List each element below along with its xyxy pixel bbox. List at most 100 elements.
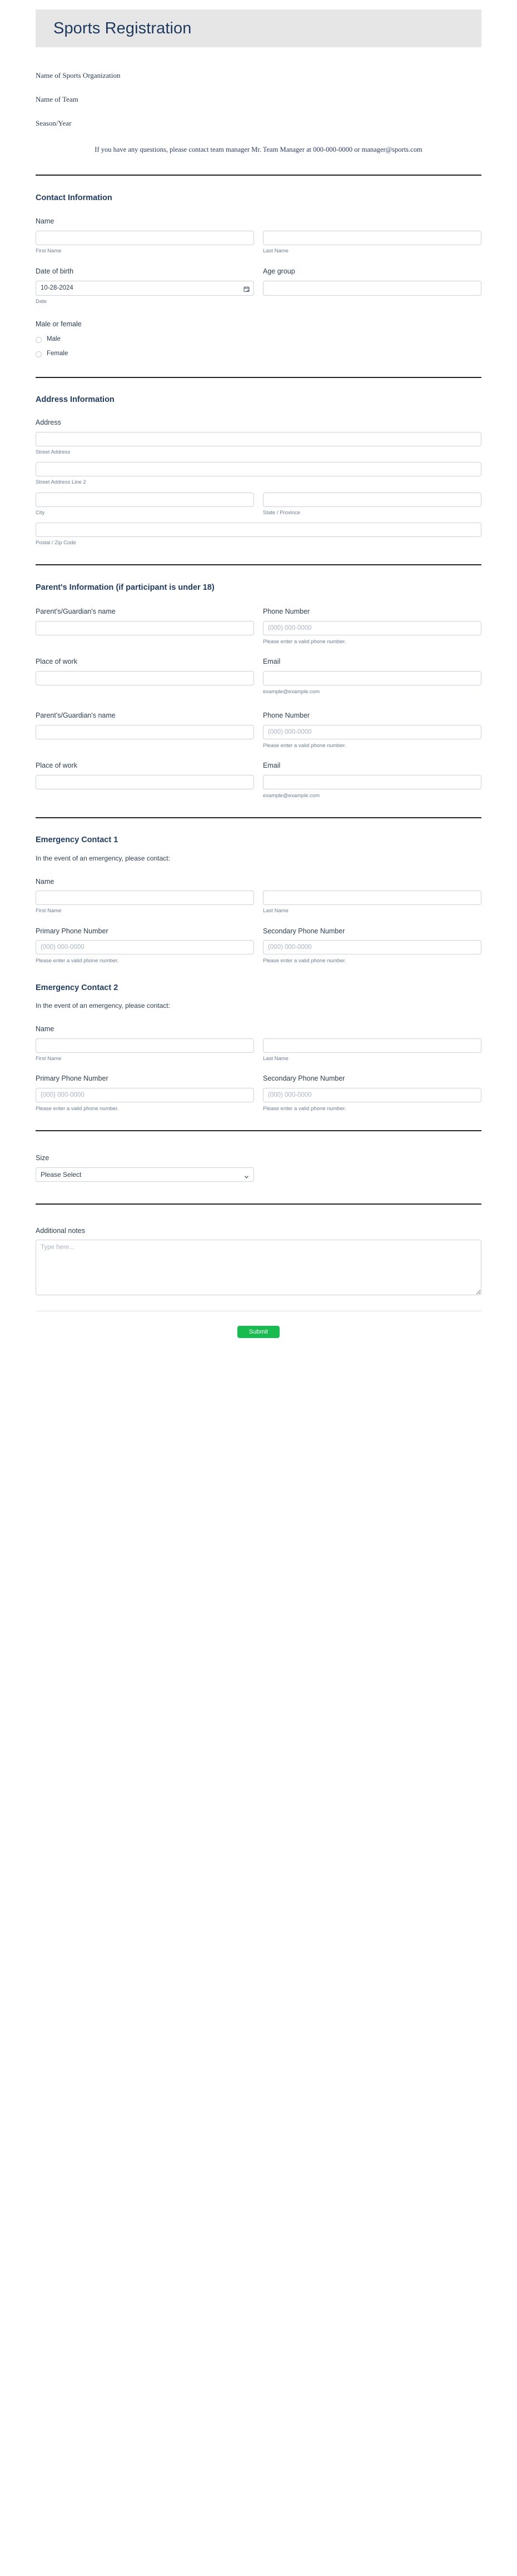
dob-input-wrap [36, 280, 254, 296]
emergency-2-name-label: Name [36, 1025, 54, 1033]
emergency-1-primary-phone-input[interactable] [36, 940, 254, 954]
postal-col: Postal / Zip Code [36, 523, 481, 546]
field-group-name: Name First Name Last Name [36, 218, 481, 253]
gender-radio-list: Male Female [36, 335, 481, 360]
intro-line-season: Season/Year [36, 119, 72, 127]
parent-1-name-col: Parent's/Guardian's name [36, 608, 254, 644]
emergency-2-first-name-input[interactable] [36, 1038, 254, 1053]
parent-2-email-col: Email example@example.com [263, 762, 481, 798]
last-name-input[interactable] [263, 230, 481, 245]
field-group-address: Address Street Address Street Address Li… [36, 419, 481, 546]
age-group-col: Age group [263, 268, 481, 304]
gender-option-male[interactable]: Male [36, 335, 481, 345]
street-address-input[interactable] [36, 431, 481, 446]
date-of-birth-input[interactable] [36, 280, 254, 296]
emergency-2-secondary-phone-hint: Please enter a valid phone number. [263, 1105, 346, 1112]
emergency-contact-1-heading: Emergency Contact 1 [36, 836, 118, 844]
last-name-sublabel: Last Name [263, 247, 289, 254]
section-contact-information: Contact Information Name First Name Last… [36, 193, 481, 360]
age-group-input[interactable] [263, 280, 481, 296]
parent-1-phone-col: Phone Number Please enter a valid phone … [263, 608, 481, 644]
name-label: Name [36, 217, 54, 225]
divider-after-contact [36, 376, 481, 378]
size-select-wrap: Please Select [36, 1167, 254, 1182]
intro-block: Name of Sports Organization Name of Team… [36, 72, 481, 127]
radio-icon-male[interactable] [36, 336, 42, 343]
parent-1-work-label: Place of work [36, 658, 78, 665]
parent-1-email-hint: example@example.com [263, 688, 320, 695]
emergency-2-primary-phone-label: Primary Phone Number [36, 1075, 108, 1082]
state-province-input[interactable] [263, 492, 481, 507]
emergency-2-primary-phone-input[interactable] [36, 1087, 254, 1102]
parent-2-name-input[interactable] [36, 724, 254, 739]
section-address-information: Address Information Address Street Addre… [36, 395, 481, 546]
last-name-col: Last Name [263, 230, 481, 254]
submit-button[interactable]: Submit [237, 1326, 280, 1338]
parent-1-phone-input[interactable] [263, 620, 481, 635]
additional-notes-textarea[interactable] [36, 1240, 481, 1295]
street-address-col: Street Address [36, 431, 481, 455]
parent-2-email-label: Email [263, 762, 281, 769]
parent-1-work-col: Place of work [36, 658, 254, 694]
dob-sublabel: Date [36, 298, 47, 305]
divider-after-address [36, 564, 481, 565]
emergency-1-secondary-phone-input[interactable] [263, 940, 481, 954]
postal-zip-input[interactable] [36, 523, 481, 537]
parent-1-email-input[interactable] [263, 670, 481, 685]
parent-1-name-input[interactable] [36, 620, 254, 635]
state-col: State / Province [263, 492, 481, 516]
emergency-contact-1-intro: In the event of an emergency, please con… [36, 854, 170, 862]
parent-1-email-label: Email [263, 658, 281, 665]
field-group-dob-age: Date of birth Date A [36, 268, 481, 304]
street-address-sublabel: Street Address [36, 449, 71, 455]
emergency-1-name-group: Name First Name Last Name [36, 878, 481, 914]
size-select[interactable]: Please Select [36, 1167, 254, 1182]
submit-area: Submit [0, 1326, 517, 1338]
emergency-1-primary-phone-label: Primary Phone Number [36, 927, 108, 935]
parent-1-email-col: Email example@example.com [263, 658, 481, 694]
size-col: Please Select [36, 1167, 254, 1182]
form-header: Sports Registration [36, 9, 481, 47]
emergency-1-first-name-col: First Name [36, 891, 254, 914]
emergency-1-secondary-phone-hint: Please enter a valid phone number. [263, 958, 346, 964]
field-group-gender: Male or female Male Female [36, 321, 481, 360]
emergency-2-last-name-input[interactable] [263, 1038, 481, 1053]
emergency-1-secondary-phone-label: Secondary Phone Number [263, 927, 345, 935]
first-name-col: First Name [36, 230, 254, 254]
emergency-1-last-name-input[interactable] [263, 891, 481, 905]
postal-sublabel: Postal / Zip Code [36, 540, 76, 546]
state-sublabel: State / Province [263, 509, 301, 516]
manager-contact-notice: If you have any questions, please contac… [95, 146, 422, 153]
emergency-2-first-name-sublabel: First Name [36, 1055, 62, 1062]
emergency-1-first-name-sublabel: First Name [36, 908, 62, 914]
section-emergency-contact-2: Emergency Contact 2 In the event of an e… [36, 983, 481, 1112]
emergency-1-last-name-col: Last Name [263, 891, 481, 914]
emergency-2-primary-phone-hint: Please enter a valid phone number. [36, 1105, 119, 1112]
radio-icon-female[interactable] [36, 351, 42, 357]
emergency-2-primary-phone-col: Primary Phone Number Please enter a vali… [36, 1075, 254, 1111]
section-size: Size Please Select [36, 1155, 481, 1182]
street-address-2-sublabel: Street Address Line 2 [36, 479, 86, 485]
emergency-1-first-name-input[interactable] [36, 891, 254, 905]
dob-label: Date of birth [36, 267, 74, 275]
parent-2-email-hint: example@example.com [263, 792, 320, 799]
divider-after-size [36, 1203, 481, 1205]
section-additional-notes: Additional notes [36, 1227, 481, 1295]
parent-1-phone-hint: Please enter a valid phone number. [263, 638, 346, 645]
gender-option-female[interactable]: Female [36, 349, 481, 360]
parent-2-name-label: Parent's/Guardian's name [36, 712, 116, 719]
size-spacer-col [263, 1167, 481, 1182]
parent-2-work-input[interactable] [36, 774, 254, 789]
first-name-input[interactable] [36, 230, 254, 245]
emergency-1-primary-phone-hint: Please enter a valid phone number. [36, 958, 119, 964]
contact-information-heading: Contact Information [36, 193, 112, 202]
parent-2-phone-label: Phone Number [263, 712, 310, 719]
city-input[interactable] [36, 492, 254, 507]
emergency-2-secondary-phone-input[interactable] [263, 1087, 481, 1102]
emergency-1-primary-phone-col: Primary Phone Number Please enter a vali… [36, 927, 254, 964]
parent-1-work-input[interactable] [36, 670, 254, 685]
emergency-contact-2-heading: Emergency Contact 2 [36, 983, 118, 992]
street-address-line-2-input[interactable] [36, 462, 481, 476]
parent-2-email-input[interactable] [263, 774, 481, 789]
parent-2-phone-input[interactable] [263, 724, 481, 739]
